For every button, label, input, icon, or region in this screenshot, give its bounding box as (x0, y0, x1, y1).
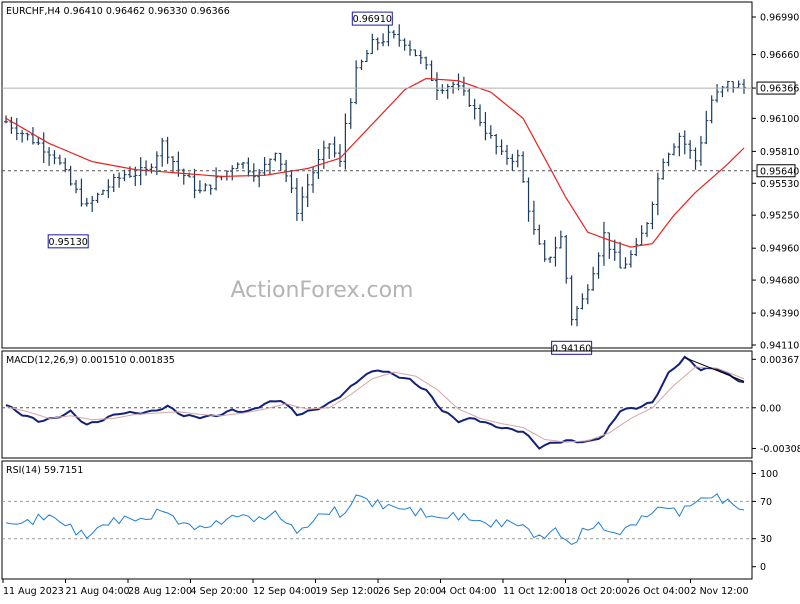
time-tick-label: 28 Aug 12:00 (128, 586, 192, 597)
price-y-tick-label: 0.94110 (760, 341, 799, 352)
price-annotation: 0.96910 (351, 11, 393, 26)
price-y-tick-label: 0.94390 (760, 309, 799, 320)
time-tick-label: 11 Oct 12:00 (503, 586, 565, 597)
time-tick-label: 11 Aug 2023 (3, 586, 64, 597)
rsi-y-tick-label: 0 (760, 562, 766, 573)
price-y-tick-label: 0.96660 (760, 50, 799, 61)
time-tick-label: 21 Aug 04:00 (66, 586, 130, 597)
rsi-y-tick-label: 30 (760, 534, 772, 545)
price-y-tick-label: 0.94960 (760, 244, 799, 255)
macd-y-tick-label: 0.00 (760, 403, 781, 414)
macd-label: MACD(12,26,9) 0.001510 0.001835 (6, 355, 175, 366)
annotation-label: 0.95130 (49, 237, 88, 248)
price-y-tick-label: 0.96990 (760, 13, 799, 24)
time-tick-label: 26 Oct 04:00 (628, 586, 690, 597)
rsi-y-tick-label: 70 (760, 497, 772, 508)
rsi-label: RSI(14) 59.7151 (6, 465, 83, 476)
time-tick-label: 4 Oct 04:00 (441, 586, 497, 597)
chart-canvas: ActionForex.com EURCHF,H4 0.96410 0.9646… (0, 0, 800, 600)
annotation-label: 0.96910 (353, 14, 392, 25)
time-tick-label: 26 Sep 20:00 (378, 586, 441, 597)
price-y-tick-label: 0.96366 (760, 84, 799, 95)
price-y-tick-label: 0.95530 (760, 179, 799, 190)
time-tick-label: 18 Oct 20:00 (566, 586, 628, 597)
price-annotation: 0.94160 (551, 340, 593, 355)
price-header: EURCHF,H4 0.96410 0.96462 0.96330 0.9636… (6, 6, 230, 17)
rsi-y-tick-label: 100 (760, 469, 778, 480)
price-y-tick-label: 0.95640 (760, 166, 799, 177)
price-y-tick-label: 0.95250 (760, 211, 799, 222)
price-y-tick-label: 0.95810 (760, 147, 799, 158)
macd-y-tick-label: -0.00308 (760, 444, 800, 455)
price-y-tick-label: 0.96100 (760, 114, 799, 125)
eurchf-chart-window: ActionForex.com EURCHF,H4 0.96410 0.9646… (0, 0, 800, 600)
time-tick-label: 4 Sep 20:00 (191, 586, 248, 597)
time-tick-label: 12 Sep 04:00 (253, 586, 316, 597)
price-y-tick-label: 0.94680 (760, 276, 799, 287)
time-tick-label: 19 Sep 12:00 (316, 586, 379, 597)
time-tick-label: 2 Nov 12:00 (691, 586, 749, 597)
macd-y-tick-label: 0.00367 (760, 355, 799, 366)
annotation-label: 0.94160 (552, 343, 591, 354)
price-annotation: 0.95130 (47, 234, 89, 249)
watermark: ActionForex.com (231, 278, 414, 303)
